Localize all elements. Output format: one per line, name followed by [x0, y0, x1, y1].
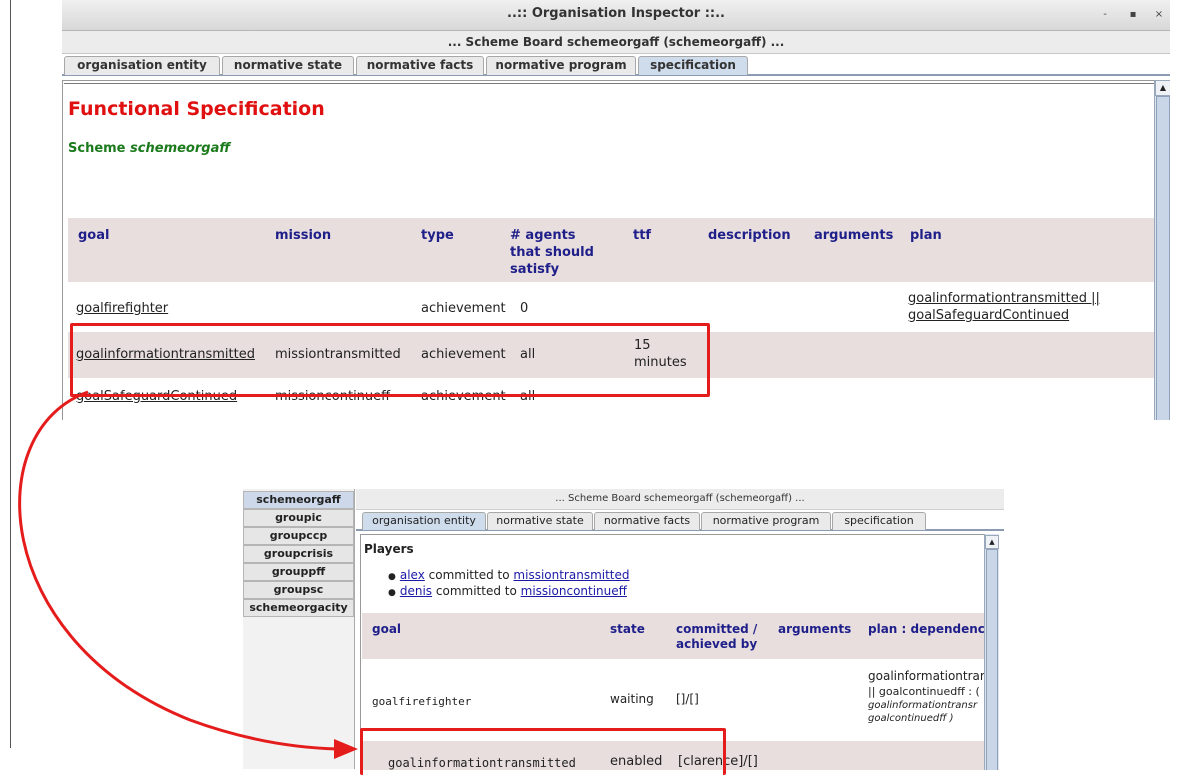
annotation-arrow	[18, 390, 358, 759]
